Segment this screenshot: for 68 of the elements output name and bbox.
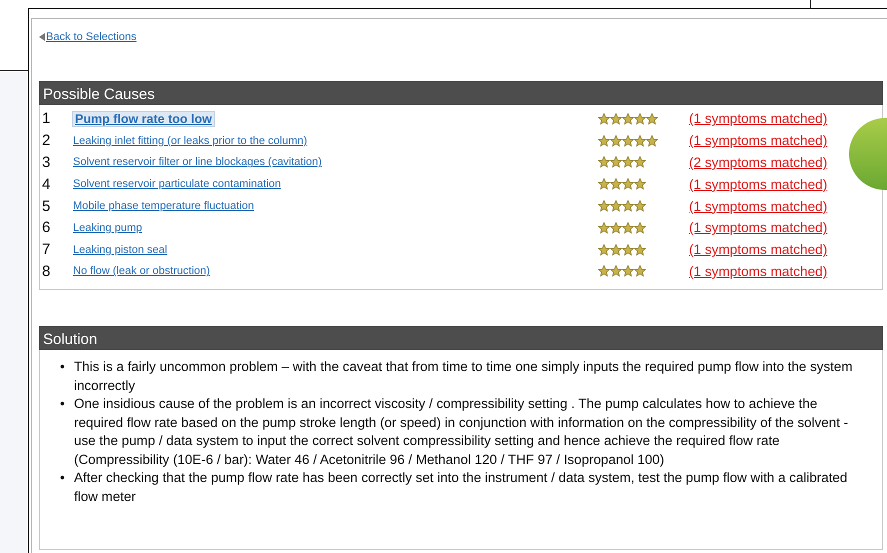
row-number: 1	[42, 110, 52, 128]
row-number: 4	[42, 176, 52, 193]
back-link[interactable]: Back to Selections	[46, 31, 136, 43]
star-icon	[598, 222, 610, 234]
star-icon	[646, 112, 658, 125]
star-icon	[598, 200, 610, 212]
star-icon	[646, 134, 658, 147]
star-icon	[598, 156, 610, 168]
star-icon	[610, 178, 622, 190]
star-icon	[634, 222, 646, 234]
symptoms-link[interactable]: (1 symptoms matched)	[689, 220, 828, 236]
star-icon	[598, 134, 610, 147]
star-icon	[622, 134, 634, 147]
star-icon	[622, 200, 634, 212]
symptoms-link[interactable]: (1 symptoms matched)	[689, 176, 828, 192]
cause-link[interactable]: Solvent reservoir particulate contamination	[73, 178, 281, 190]
row-number: 7	[42, 241, 52, 258]
solution-item: One insidious cause of the problem is an incorrect viscosity / compressibility setting . The pump calculates how to achieve the required flow rate based on the pump stroke length (or speed) in conjunction with information on the compressibility of the solvent - use the pump / data system to input the correct solvent compressibility setting and hence achieve the required flow rate (Compressibility (10E-6 / bar): Water 46 / Acetonitrile 96 / Methanol 120 / THF 97 / Isopropanol 100)	[74, 395, 850, 469]
star-icon	[610, 156, 622, 168]
star-icon	[598, 178, 610, 190]
symptoms-link[interactable]: (1 symptoms matched)	[689, 264, 828, 279]
star-icon	[622, 265, 634, 278]
bullet: •	[60, 395, 66, 413]
star-icon	[622, 112, 634, 125]
star-icon	[622, 178, 634, 190]
star-icon	[610, 222, 622, 234]
star-icon	[634, 134, 646, 147]
cause-link[interactable]: Pump flow rate too low	[73, 112, 214, 126]
star-icon	[622, 244, 634, 256]
row-number: 6	[42, 219, 52, 236]
cause-link[interactable]: Leaking pump	[73, 222, 142, 234]
cause-link[interactable]: Solvent reservoir filter or line blockages (cavitation)	[73, 156, 322, 168]
star-icon	[634, 156, 646, 168]
star-icon	[634, 112, 646, 125]
star-icon	[622, 222, 634, 234]
symptoms-link[interactable]: (1 symptoms matched)	[689, 111, 828, 126]
star-icon	[598, 244, 610, 256]
solution-item: After checking that the pump flow rate has been correctly set into the instrument / data system, test the pump flow with a calibrated flow meter	[74, 469, 848, 506]
star-icon	[610, 112, 622, 125]
row-number: 2	[42, 132, 52, 150]
back-arrow-icon	[39, 33, 45, 41]
symptoms-link[interactable]: (1 symptoms matched)	[689, 198, 828, 214]
star-icon	[634, 265, 646, 278]
section-header: Possible Causes	[39, 81, 883, 105]
cause-link[interactable]: Leaking inlet fitting (or leaks prior to the column)	[73, 134, 308, 147]
star-icon	[634, 178, 646, 190]
symptoms-link[interactable]: (1 symptoms matched)	[689, 242, 828, 258]
cause-link[interactable]: Leaking piston seal	[73, 244, 168, 256]
bullet: •	[60, 469, 66, 487]
star-icon	[610, 200, 622, 212]
star-icon	[610, 244, 622, 256]
star-icon	[634, 244, 646, 256]
star-icon	[610, 134, 622, 147]
solution-item: This is a fairly uncommon problem – with the caveat that from time to time one simply inputs the required pump flow into the system incorrectly	[74, 358, 854, 395]
cause-link[interactable]: Mobile phase temperature fluctuation	[73, 200, 254, 212]
section-header: Solution	[39, 326, 883, 350]
symptoms-link[interactable]: (2 symptoms matched)	[689, 154, 828, 170]
star-icon	[610, 265, 622, 278]
symptoms-link[interactable]: (1 symptoms matched)	[689, 133, 828, 148]
row-number: 8	[42, 262, 52, 280]
row-number: 5	[42, 198, 52, 215]
star-icon	[622, 156, 634, 168]
star-icon	[598, 112, 610, 125]
star-icon	[634, 200, 646, 212]
row-number: 3	[42, 154, 52, 171]
cause-link[interactable]: No flow (leak or obstruction)	[73, 265, 210, 278]
bullet: •	[60, 358, 66, 376]
star-icon	[598, 265, 610, 278]
